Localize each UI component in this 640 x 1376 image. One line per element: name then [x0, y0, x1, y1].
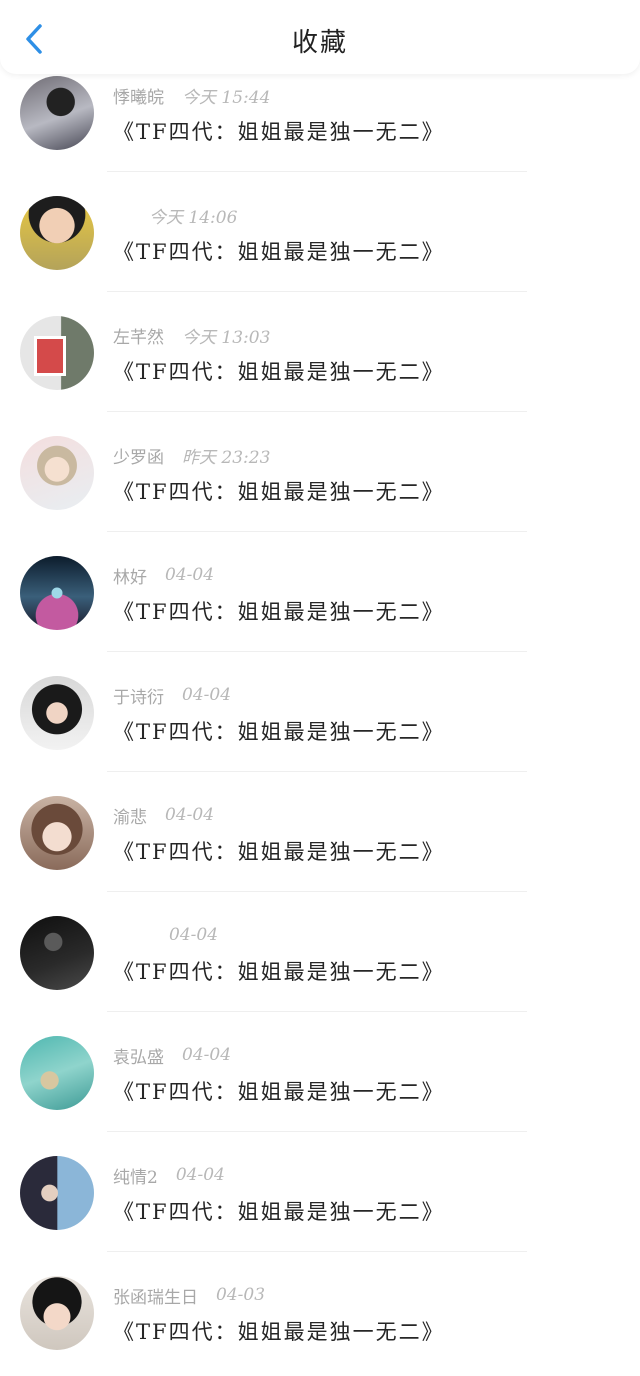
avatar: [20, 916, 94, 990]
message-text: 《TF四代：姐姐最是独一无二》: [113, 480, 445, 504]
user-name: 悸曦皖: [113, 87, 164, 108]
list-item[interactable]: 今天 14:06 《TF四代：姐姐最是独一无二》: [0, 176, 640, 296]
avatar: [20, 1276, 94, 1350]
list-item[interactable]: 少罗函 昨天 23:23 《TF四代：姐姐最是独一无二》: [0, 416, 640, 536]
avatar: [20, 196, 94, 270]
divider: [107, 1251, 527, 1252]
divider: [107, 291, 527, 292]
divider: [107, 891, 527, 892]
timestamp: 今天 14:06: [149, 207, 238, 228]
avatar: [20, 796, 94, 870]
user-name: 纯情2: [113, 1167, 158, 1188]
list-item[interactable]: 袁弘盛 04-04 《TF四代：姐姐最是独一无二》: [0, 1016, 640, 1136]
timestamp: 04-04: [165, 805, 215, 825]
list-item[interactable]: 纯情2 04-04 《TF四代：姐姐最是独一无二》: [0, 1136, 640, 1256]
avatar: [20, 316, 94, 390]
timestamp: 04-03: [216, 1285, 266, 1305]
avatar: [20, 676, 94, 750]
user-name: 渝悲: [113, 807, 147, 828]
message-text: 《TF四代：姐姐最是独一无二》: [113, 240, 445, 264]
message-text: 《TF四代：姐姐最是独一无二》: [113, 360, 445, 384]
divider: [107, 771, 527, 772]
message-text: 《TF四代：姐姐最是独一无二》: [113, 960, 445, 984]
divider: [107, 531, 527, 532]
list-item[interactable]: 悸曦皖 今天 15:44 《TF四代：姐姐最是独一无二》: [0, 56, 640, 176]
divider: [107, 1011, 527, 1012]
avatar: [20, 1036, 94, 1110]
list-item[interactable]: 于诗衍 04-04 《TF四代：姐姐最是独一无二》: [0, 656, 640, 776]
divider: [107, 651, 527, 652]
header-bar: 收藏: [0, 0, 640, 74]
user-name: 少罗函: [113, 447, 164, 468]
avatar: [20, 1156, 94, 1230]
divider: [107, 171, 527, 172]
user-name: 林好: [113, 567, 147, 588]
list-item[interactable]: 04-04 《TF四代：姐姐最是独一无二》: [0, 896, 640, 1016]
user-name: 左芊然: [113, 327, 164, 348]
timestamp: 04-04: [165, 565, 215, 585]
timestamp: 今天 13:03: [182, 327, 271, 348]
timestamp: 今天 15:44: [182, 87, 271, 108]
message-text: 《TF四代：姐姐最是独一无二》: [113, 1200, 445, 1224]
user-name: 袁弘盛: [113, 1047, 164, 1068]
timestamp: 04-04: [169, 925, 219, 945]
message-text: 《TF四代：姐姐最是独一无二》: [113, 1080, 445, 1104]
avatar: [20, 76, 94, 150]
message-text: 《TF四代：姐姐最是独一无二》: [113, 840, 445, 864]
message-text: 《TF四代：姐姐最是独一无二》: [113, 600, 445, 624]
timestamp: 04-04: [182, 1045, 232, 1065]
divider: [107, 411, 527, 412]
page-title: 收藏: [291, 28, 348, 58]
timestamp: 昨天 23:23: [182, 447, 271, 468]
avatar: [20, 436, 94, 510]
favorites-list: 悸曦皖 今天 15:44 《TF四代：姐姐最是独一无二》 今天 14:06 《T…: [0, 56, 640, 1376]
avatar: [20, 556, 94, 630]
list-item[interactable]: 渝悲 04-04 《TF四代：姐姐最是独一无二》: [0, 776, 640, 896]
list-item[interactable]: 张函瑞生日 04-03 《TF四代：姐姐最是独一无二》: [0, 1256, 640, 1376]
timestamp: 04-04: [175, 1165, 225, 1185]
timestamp: 04-04: [182, 685, 232, 705]
list-item[interactable]: 林好 04-04 《TF四代：姐姐最是独一无二》: [0, 536, 640, 656]
user-name: 张函瑞生日: [113, 1287, 198, 1308]
user-name: 于诗衍: [113, 687, 164, 708]
message-text: 《TF四代：姐姐最是独一无二》: [113, 720, 445, 744]
message-text: 《TF四代：姐姐最是独一无二》: [113, 1320, 445, 1344]
message-text: 《TF四代：姐姐最是独一无二》: [113, 120, 445, 144]
list-item[interactable]: 左芊然 今天 13:03 《TF四代：姐姐最是独一无二》: [0, 296, 640, 416]
divider: [107, 1131, 527, 1132]
